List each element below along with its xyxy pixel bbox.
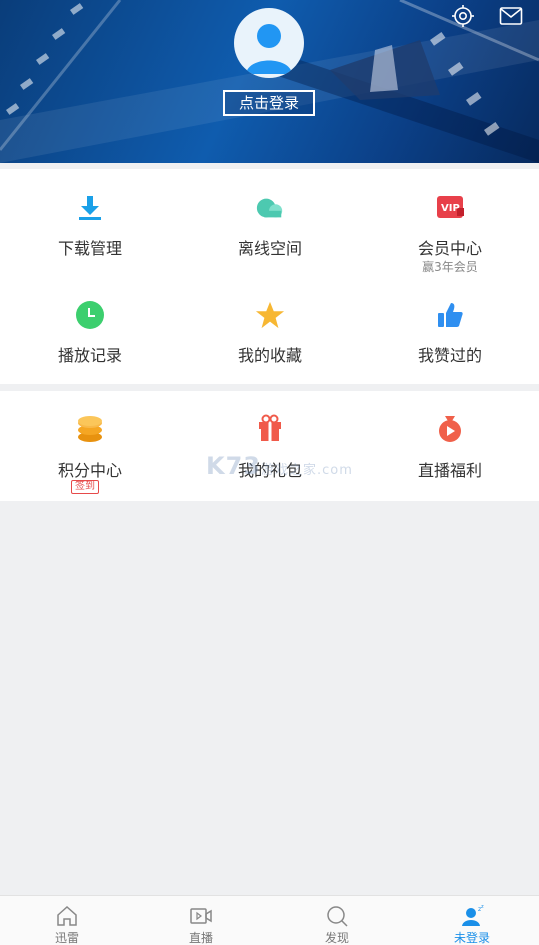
mail-button[interactable] — [499, 6, 523, 26]
clock-icon — [75, 300, 105, 330]
video-icon — [190, 908, 212, 924]
feature-grid: 下载管理 离线空间 VIP 会员中心 赢3年会员 播放记录 我的收藏 我赞过的 — [0, 169, 539, 384]
nav-item-xunlei[interactable]: 迅雷 — [0, 896, 134, 945]
nav-label: 迅雷 — [54, 931, 79, 945]
play-history-item[interactable]: 播放记录 — [0, 296, 180, 396]
thumbs-up-icon — [435, 300, 465, 330]
points-center-item[interactable]: 积分中心 签到 — [0, 413, 180, 513]
star-icon — [255, 300, 285, 330]
download-icon — [75, 193, 105, 223]
vip-icon: VIP — [435, 193, 465, 223]
search-icon — [327, 906, 348, 927]
reward-grid: 积分中心 签到 我的礼包 直播福利 — [0, 391, 539, 501]
nav-item-discover[interactable]: 发现 — [270, 896, 404, 945]
play-bag-icon — [435, 413, 465, 443]
download-manager-item[interactable]: 下载管理 — [0, 189, 180, 289]
item-sublabel: 赢3年会员 — [422, 260, 478, 274]
nav-label: 未登录 — [453, 931, 490, 945]
login-button[interactable]: 点击登录 — [223, 90, 315, 116]
user-icon: z z — [462, 904, 484, 926]
nav-item-live[interactable]: 直播 — [134, 896, 268, 945]
liked-item[interactable]: 我赞过的 — [360, 296, 539, 396]
item-label: 播放记录 — [57, 346, 122, 365]
settings-button[interactable] — [451, 4, 475, 28]
avatar[interactable] — [234, 8, 304, 78]
nav-item-profile[interactable]: z z 未登录 — [405, 896, 539, 945]
svg-text:z: z — [481, 904, 484, 910]
item-label: 积分中心 — [57, 461, 122, 480]
home-icon — [57, 905, 77, 926]
svg-text:VIP: VIP — [441, 203, 460, 214]
live-benefits-item[interactable]: 直播福利 — [360, 413, 539, 513]
bottom-nav: 迅雷 直播 发现 z z 未登录 — [0, 895, 539, 945]
watermark: K73游戏之家.com — [206, 452, 353, 480]
settings-icon — [452, 5, 474, 27]
coins-icon — [75, 413, 105, 443]
item-label: 下载管理 — [57, 239, 122, 258]
cloud-icon — [255, 193, 285, 223]
item-label: 直播福利 — [417, 461, 482, 480]
mail-icon — [499, 7, 523, 25]
profile-header: 点击登录 — [0, 0, 539, 163]
nav-label: 直播 — [188, 931, 213, 945]
item-label: 我的收藏 — [237, 346, 302, 365]
offline-space-item[interactable]: 离线空间 — [180, 189, 360, 289]
item-label: 会员中心 — [417, 239, 482, 258]
checkin-badge[interactable]: 签到 — [71, 480, 99, 494]
vip-center-item[interactable]: VIP 会员中心 赢3年会员 — [360, 189, 539, 289]
item-label: 离线空间 — [237, 239, 302, 258]
gift-icon — [255, 413, 285, 443]
nav-label: 发现 — [324, 931, 349, 945]
item-label: 我赞过的 — [417, 346, 482, 365]
user-avatar-icon — [246, 24, 292, 74]
favorites-item[interactable]: 我的收藏 — [180, 296, 360, 396]
